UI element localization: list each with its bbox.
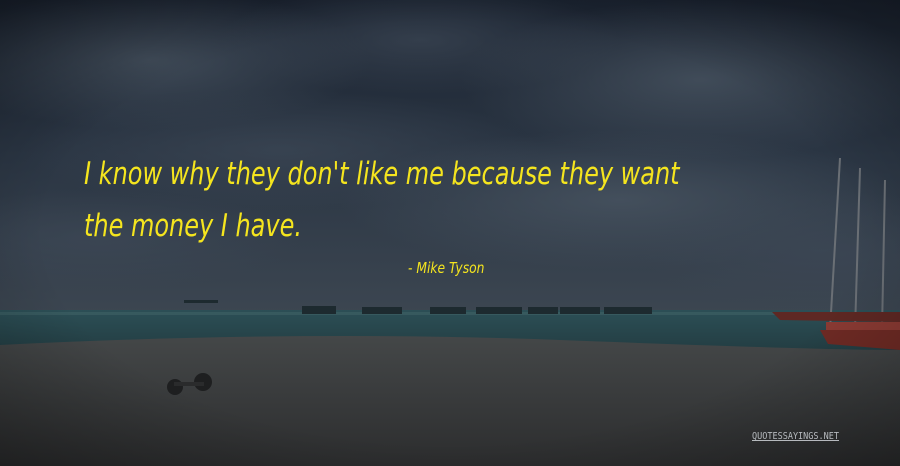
quote-text: I know why they don't like me because th… [84,148,738,252]
quote-line-2: the money I have. [84,208,302,244]
quote-author: - Mike Tyson [408,259,485,277]
site-watermark: QUOTESSAYINGS.NET [752,431,840,442]
quote-line-1: I know why they don't like me because th… [84,156,680,192]
quote-card: I know why they don't like me because th… [0,0,900,466]
